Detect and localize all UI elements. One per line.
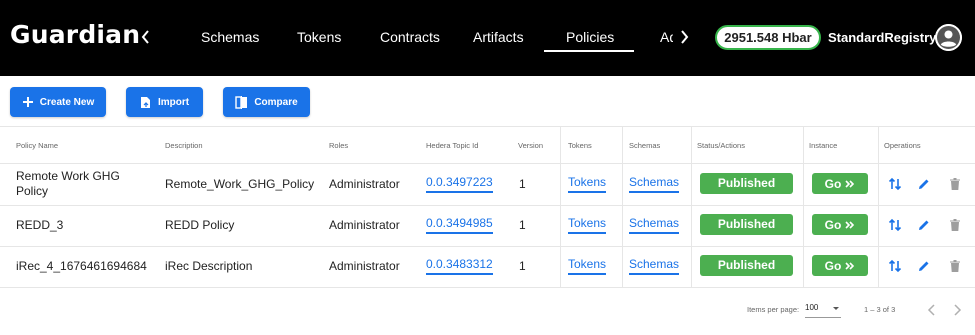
- topic-id-link[interactable]: 0.0.3497223: [426, 175, 493, 193]
- policy-description: Remote_Work_GHG_Policy: [165, 177, 315, 191]
- status-published-button[interactable]: Published: [700, 255, 793, 276]
- go-button[interactable]: Go: [812, 214, 868, 235]
- status-published-button[interactable]: Published: [700, 214, 793, 235]
- schemas-link[interactable]: Schemas: [629, 216, 680, 234]
- go-button[interactable]: Go: [812, 173, 868, 194]
- previous-page-icon[interactable]: [927, 303, 937, 316]
- items-per-page-select[interactable]: 100: [805, 302, 841, 318]
- active-tab-indicator: [544, 50, 634, 52]
- hbar-balance-badge: 2951.548 Hbar: [715, 25, 821, 50]
- header-operations: Operations: [884, 141, 921, 150]
- delete-trash-icon: [948, 218, 962, 232]
- policy-description: REDD Policy: [165, 218, 235, 232]
- schemas-link[interactable]: Schemas: [629, 257, 680, 275]
- column-divider: [560, 126, 561, 288]
- policy-version: 1: [519, 177, 526, 191]
- pagination-range: 1 – 3 of 3: [864, 305, 896, 314]
- edit-pencil-icon[interactable]: [917, 177, 931, 191]
- swap-vert-icon[interactable]: [888, 218, 902, 232]
- items-per-page-value: 100: [805, 303, 819, 312]
- double-chevron-right-icon: [845, 261, 855, 270]
- nav-tab-policies[interactable]: Policies: [566, 29, 614, 45]
- row-divider: [0, 205, 975, 206]
- next-page-icon[interactable]: [952, 303, 962, 316]
- policy-name-line1: iRec_4_1676461694684: [16, 259, 147, 273]
- app-logo[interactable]: Guardian: [10, 20, 140, 49]
- header-schemas: Schemas: [629, 141, 661, 150]
- account-circle-icon[interactable]: [935, 24, 962, 51]
- policy-name-line1: REDD_3: [16, 218, 64, 232]
- policy-version: 1: [519, 218, 526, 232]
- policy-name-line2: Policy: [16, 184, 49, 198]
- header-description[interactable]: Description: [165, 141, 203, 150]
- nav-tab-schemas[interactable]: Schemas: [201, 29, 259, 45]
- policy-role: Administrator: [329, 218, 400, 232]
- go-button[interactable]: Go: [812, 255, 868, 276]
- tokens-link[interactable]: Tokens: [568, 175, 607, 193]
- nav-tab-tokens[interactable]: Tokens: [297, 29, 341, 45]
- items-per-page-label: Items per page:: [747, 305, 800, 314]
- policy-version: 1: [519, 259, 526, 273]
- row-divider: [0, 246, 975, 247]
- nav-tab-contracts[interactable]: Contracts: [380, 29, 440, 45]
- double-chevron-right-icon: [845, 179, 855, 188]
- user-name[interactable]: StandardRegistry: [828, 30, 936, 45]
- header-instance: Instance: [809, 141, 838, 150]
- chevron-right-icon[interactable]: [677, 28, 691, 46]
- dropdown-caret-icon: [833, 307, 839, 310]
- nav-tab-admin[interactable]: Ad: [660, 29, 673, 45]
- header-tokens: Tokens: [568, 141, 592, 150]
- compare-button[interactable]: Compare: [223, 87, 310, 117]
- compare-icon: [235, 95, 248, 109]
- column-divider: [878, 126, 879, 288]
- topic-id-link[interactable]: 0.0.3494985: [426, 216, 493, 234]
- swap-vert-icon[interactable]: [888, 259, 902, 273]
- import-label: Import: [157, 96, 190, 108]
- nav-tab-overflow[interactable]: Ad: [655, 24, 673, 52]
- policy-role: Administrator: [329, 259, 400, 273]
- chevron-left-icon[interactable]: [139, 28, 153, 46]
- go-label: Go: [824, 217, 842, 232]
- policy-name-line1: Remote Work GHG: [16, 169, 120, 183]
- header-policy-name[interactable]: Policy Name: [16, 141, 58, 150]
- policy-role: Administrator: [329, 177, 400, 191]
- create-new-label: Create New: [39, 96, 95, 108]
- tokens-link[interactable]: Tokens: [568, 216, 607, 234]
- delete-trash-icon: [948, 177, 962, 191]
- column-divider: [803, 126, 804, 288]
- header-topic-id[interactable]: Hedera Topic Id: [426, 141, 478, 150]
- header-version[interactable]: Version: [518, 141, 543, 150]
- import-button[interactable]: Import: [126, 87, 203, 117]
- swap-vert-icon[interactable]: [888, 177, 902, 191]
- policy-description: iRec Description: [165, 259, 253, 273]
- status-published-button[interactable]: Published: [700, 173, 793, 194]
- compare-label: Compare: [254, 96, 298, 108]
- header-status: Status/Actions: [697, 141, 745, 150]
- delete-trash-icon: [948, 259, 962, 273]
- schemas-link[interactable]: Schemas: [629, 175, 680, 193]
- edit-pencil-icon[interactable]: [917, 259, 931, 273]
- edit-pencil-icon[interactable]: [917, 218, 931, 232]
- column-divider: [691, 126, 692, 288]
- column-divider: [622, 126, 623, 288]
- double-chevron-right-icon: [845, 220, 855, 229]
- go-label: Go: [824, 258, 842, 273]
- file-import-icon: [140, 96, 150, 108]
- topic-id-link[interactable]: 0.0.3483312: [426, 257, 493, 275]
- header-roles[interactable]: Roles: [329, 141, 348, 150]
- nav-tab-artifacts[interactable]: Artifacts: [473, 29, 524, 45]
- row-divider: [0, 287, 975, 288]
- tokens-link[interactable]: Tokens: [568, 257, 607, 275]
- go-label: Go: [824, 176, 842, 191]
- plus-icon: [22, 97, 33, 107]
- header-divider: [0, 163, 975, 164]
- create-new-button[interactable]: Create New: [10, 87, 106, 117]
- table-top-border: [0, 126, 975, 127]
